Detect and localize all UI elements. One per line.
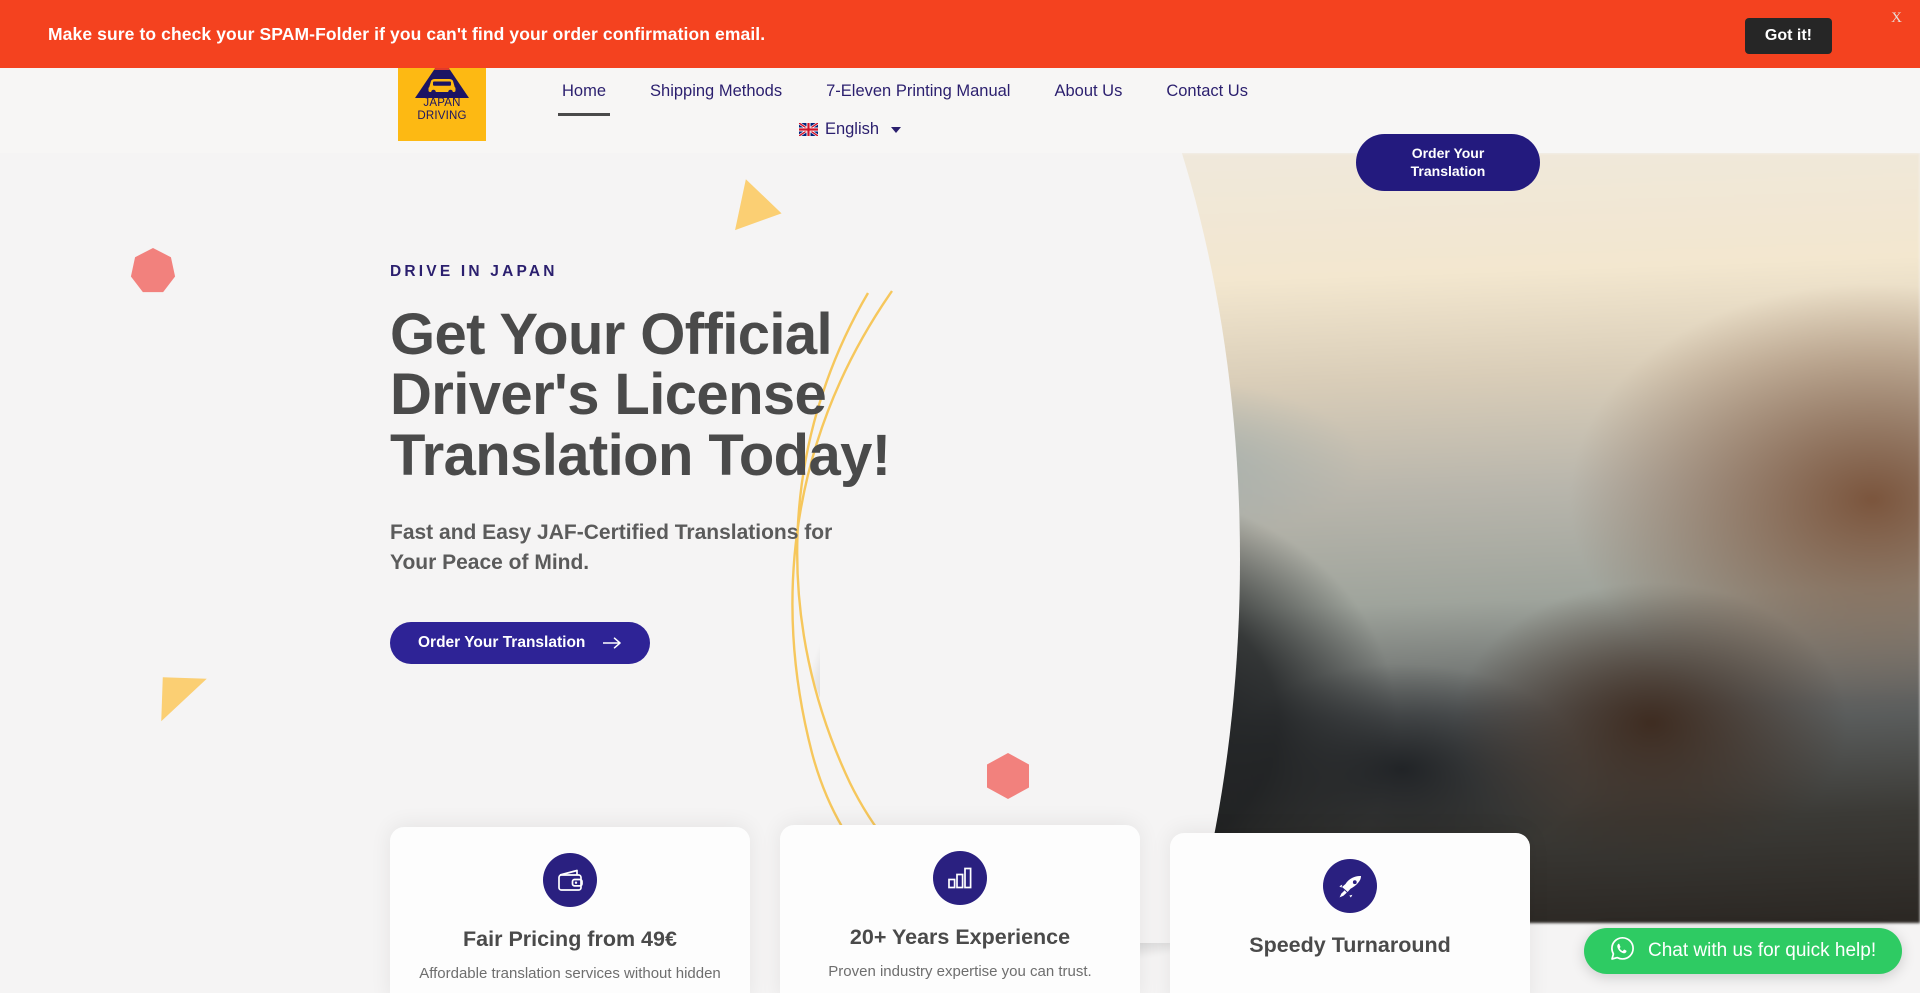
hero-subheading: Fast and Easy JAF-Certified Translations… bbox=[390, 520, 833, 574]
arrow-right-icon bbox=[603, 637, 622, 649]
nav-item-7-eleven-printing-manual[interactable]: 7-Eleven Printing Manual bbox=[804, 72, 1032, 110]
banner-got-it-button[interactable]: Got it! bbox=[1744, 18, 1832, 54]
rocket-icon bbox=[1323, 859, 1377, 913]
feature-card-title: Speedy Turnaround bbox=[1249, 933, 1451, 957]
banner-message: Make sure to check your SPAM-Folder if y… bbox=[48, 23, 766, 44]
feature-card-fair-pricing: Fair Pricing from 49€ Affordable transla… bbox=[390, 827, 750, 993]
nav-item-about-us[interactable]: About Us bbox=[1032, 72, 1144, 110]
uk-flag-icon bbox=[798, 123, 818, 136]
page-root: Make sure to check your SPAM-Folder if y… bbox=[0, 0, 1920, 993]
main-navigation: Home Shipping Methods 7-Eleven Printing … bbox=[540, 68, 1280, 153]
feature-card-experience: 20+ Years Experience Proven industry exp… bbox=[780, 825, 1140, 993]
header-order-button-line2: Translation bbox=[1410, 162, 1486, 179]
hero-heading: Get Your Official Driver's License Trans… bbox=[390, 302, 950, 488]
hero-copy-block: DRIVE IN JAPAN Get Your Official Driver'… bbox=[390, 263, 950, 664]
language-label: English bbox=[824, 120, 880, 138]
hero-eyebrow: DRIVE IN JAPAN bbox=[390, 263, 558, 280]
hero-cta-label: Order Your Translation bbox=[418, 633, 586, 651]
decorative-triangle-yellow-bottom bbox=[161, 677, 207, 723]
hero-order-translation-button[interactable]: Order Your Translation bbox=[390, 621, 651, 664]
nav-item-shipping-methods[interactable]: Shipping Methods bbox=[628, 72, 804, 110]
nav-links-row: Home Shipping Methods 7-Eleven Printing … bbox=[540, 68, 1280, 116]
hero-heading-line-2: Driver's License bbox=[390, 362, 827, 428]
site-header: JAPAN DRIVING Home Shipping Methods 7-El… bbox=[0, 53, 1920, 191]
header-order-translation-button[interactable]: Order Your Translation bbox=[1356, 134, 1540, 191]
nav-item-contact-us[interactable]: Contact Us bbox=[1144, 72, 1270, 110]
bar-chart-icon bbox=[933, 851, 987, 905]
nav-item-home[interactable]: Home bbox=[540, 72, 628, 116]
language-selector[interactable]: English bbox=[420, 120, 1280, 139]
banner-close-icon[interactable]: X bbox=[1891, 10, 1902, 27]
header-order-button-line1: Order Your bbox=[1411, 145, 1485, 161]
hero-heading-line-1: Get Your Official bbox=[390, 302, 833, 367]
whatsapp-label: Chat with us for quick help! bbox=[1648, 940, 1877, 961]
feature-card-title: Fair Pricing from 49€ bbox=[463, 927, 677, 951]
hero-heading-line-3: Translation Today! bbox=[390, 422, 891, 488]
feature-card-turnaround: Speedy Turnaround bbox=[1170, 833, 1530, 993]
whatsapp-chat-button[interactable]: Chat with us for quick help! bbox=[1584, 928, 1903, 974]
feature-card-description: Proven industry expertise you can trust. bbox=[828, 963, 1092, 980]
wallet-icon bbox=[543, 853, 597, 907]
whatsapp-icon bbox=[1610, 936, 1635, 966]
chevron-down-icon bbox=[891, 126, 902, 133]
feature-card-description: Affordable translation services without … bbox=[419, 965, 721, 982]
feature-card-title: 20+ Years Experience bbox=[849, 925, 1071, 949]
spam-notice-banner: Make sure to check your SPAM-Folder if y… bbox=[0, 0, 1920, 68]
